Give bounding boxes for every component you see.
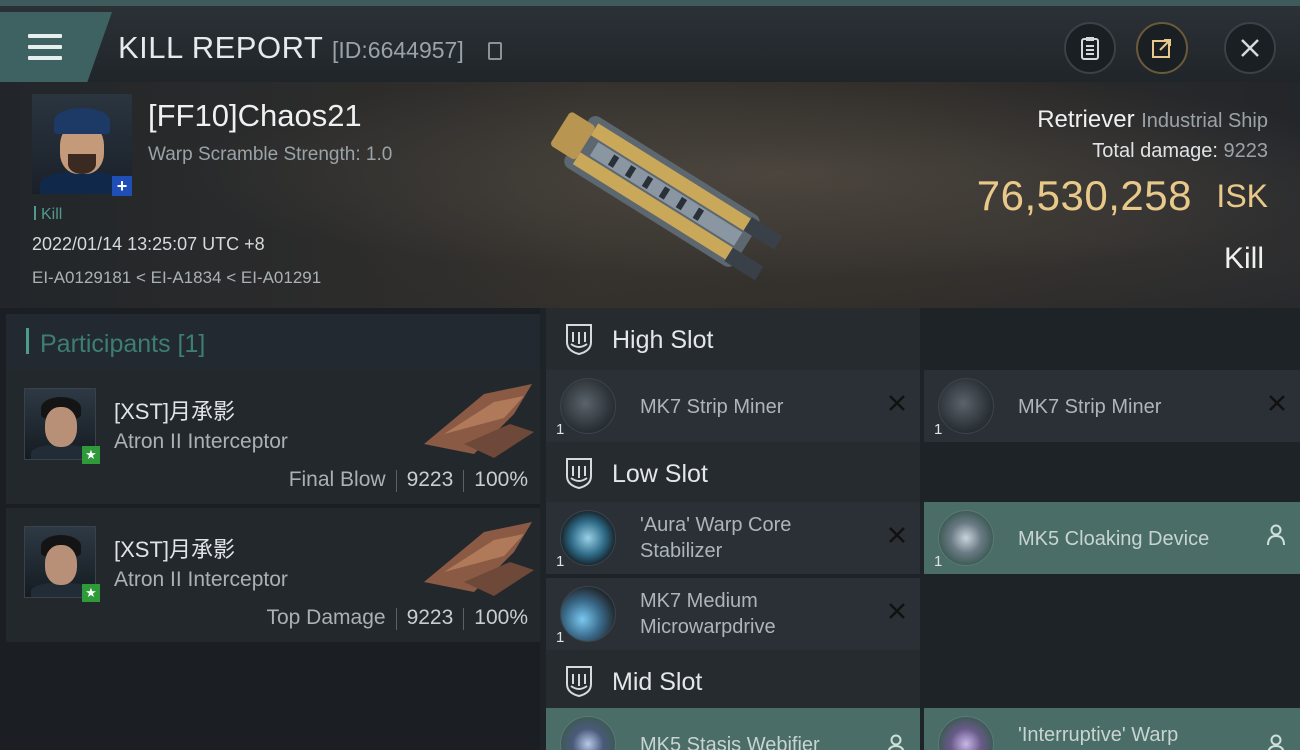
participants-title: Participants [1] (40, 330, 206, 358)
isk-value: 76,530,258 (976, 172, 1192, 219)
destroyed-x-icon (1269, 395, 1285, 411)
participant-stats: Final Blow 9223 100% (289, 468, 528, 492)
clipboard-icon (1081, 37, 1099, 60)
low-slot-title: Low Slot (612, 460, 708, 488)
header-bar: KILL REPORT [ID:6644957] (0, 0, 1300, 82)
add-contact-icon[interactable]: + (112, 176, 132, 196)
kill-summary-banner: + [FF10]Chaos21 Warp Scramble Strength: … (0, 82, 1300, 308)
module-qty: 1 (556, 421, 565, 438)
high-slot-title: High Slot (612, 326, 714, 354)
module-qty: 1 (556, 629, 565, 646)
strip-miner-icon (560, 378, 616, 434)
report-id: [ID:6644957] (332, 37, 464, 63)
participant-label: Final Blow (288, 468, 386, 491)
copy-id-icon[interactable] (488, 42, 502, 60)
low-slot-header: Low Slot (546, 442, 920, 504)
kill-timestamp: 2022/01/14 13:25:07 UTC +8 (32, 234, 265, 254)
module-item[interactable]: 1 'Aura' Warp Core Stabilizer (546, 502, 920, 574)
close-button[interactable] (1224, 22, 1276, 74)
warp-core-stabilizer-icon (560, 510, 616, 566)
system-route: EI-A0129181 < EI-A1834 < EI-A01291 (32, 268, 322, 287)
star-icon: ★ (82, 584, 100, 602)
stasis-webifier-icon (560, 716, 616, 750)
warp-disruptor-icon (938, 716, 994, 750)
participant-damage: 9223 (406, 606, 454, 629)
page-title: KILL REPORT (118, 30, 324, 65)
victim-ship-name[interactable]: Retriever Industrial Ship (1037, 106, 1268, 134)
strip-miner-icon (938, 378, 994, 434)
mid-slot-title: Mid Slot (612, 668, 703, 696)
person-icon (1267, 524, 1285, 546)
destroyed-x-icon (889, 527, 905, 543)
isk-unit: ISK (1216, 178, 1268, 214)
microwarpdrive-icon (560, 586, 616, 642)
module-item[interactable]: 1 MK5 Cloaking Device (924, 502, 1300, 574)
high-slot-header: High Slot (546, 308, 920, 370)
participant-ship: Atron II Interceptor (114, 568, 288, 591)
shield-slot-icon (566, 324, 592, 356)
victim-ship-class: Industrial Ship (1141, 110, 1268, 132)
person-icon (1267, 734, 1285, 750)
shield-slot-icon (566, 666, 592, 698)
module-name: MK7 Strip Miner (640, 396, 784, 418)
cloaking-device-icon (938, 510, 994, 566)
participants-panel: Participants [1] ★ [XST]月承影 Atron II Int… (0, 308, 540, 750)
participant-percent: 100% (474, 468, 528, 491)
participant-percent: 100% (474, 606, 528, 629)
victim-ship-image (551, 112, 783, 281)
participant-damage: 9223 (406, 468, 454, 491)
victim-name[interactable]: [FF10]Chaos21 (148, 98, 362, 134)
participant-ship-image (424, 522, 534, 596)
participant-stats: Top Damage 9223 100% (266, 606, 528, 630)
module-name: MK5 Cloaking Device (1018, 528, 1210, 550)
participant-name: [XST]月承影 (114, 399, 236, 424)
share-icon (1152, 39, 1171, 58)
module-name: MK5 Stasis Webifier (640, 734, 820, 750)
menu-button[interactable] (0, 12, 112, 82)
clipboard-button[interactable] (1064, 22, 1116, 74)
module-qty: 1 (934, 421, 943, 438)
hamburger-menu-icon[interactable] (28, 34, 62, 60)
participants-header: Participants [1] (6, 314, 540, 370)
participant-ship: Atron II Interceptor (114, 430, 288, 453)
module-name: MK7 Strip Miner (1018, 396, 1162, 418)
participant-row[interactable]: ★ [XST]月承影 Atron II Interceptor Top Dama… (6, 508, 540, 642)
shield-slot-icon (566, 458, 592, 490)
person-icon (887, 734, 905, 750)
warp-scramble-strength: Warp Scramble Strength: 1.0 (148, 144, 393, 165)
module-item[interactable]: 1 MK7 Strip Miner (546, 370, 920, 442)
kill-tag: Kill (34, 206, 62, 224)
share-button[interactable] (1136, 22, 1188, 74)
participant-row[interactable]: ★ [XST]月承影 Atron II Interceptor Final Bl… (6, 370, 540, 504)
module-qty: 1 (934, 553, 943, 570)
fitting-panel: High Slot 1 MK7 Strip Miner 1 MK7 Strip … (540, 308, 1300, 750)
module-item[interactable]: 1 MK7 Medium Microwarpdrive (546, 578, 920, 650)
participant-name: [XST]月承影 (114, 537, 236, 562)
total-damage: Total damage: 9223 (1092, 140, 1269, 162)
module-item[interactable]: 'Interruptive' Warp (924, 708, 1300, 750)
close-icon (1241, 39, 1259, 57)
mid-slot-header: Mid Slot (546, 650, 920, 712)
destroyed-x-icon (889, 395, 905, 411)
participant-ship-image (424, 384, 534, 458)
module-qty: 1 (556, 553, 565, 570)
kill-type: Kill (1223, 242, 1264, 275)
module-name: MK7 Medium Microwarpdrive (640, 590, 776, 638)
module-item[interactable]: 1 MK7 Strip Miner (924, 370, 1300, 442)
destroyed-x-icon (889, 603, 905, 619)
module-item[interactable]: MK5 Stasis Webifier (546, 708, 920, 750)
participant-label: Top Damage (266, 606, 386, 629)
module-name: 'Interruptive' Warp (1018, 724, 1179, 746)
module-name: 'Aura' Warp Core Stabilizer (640, 514, 792, 562)
total-damage-value: 9223 (1223, 140, 1269, 162)
star-icon: ★ (82, 446, 100, 464)
